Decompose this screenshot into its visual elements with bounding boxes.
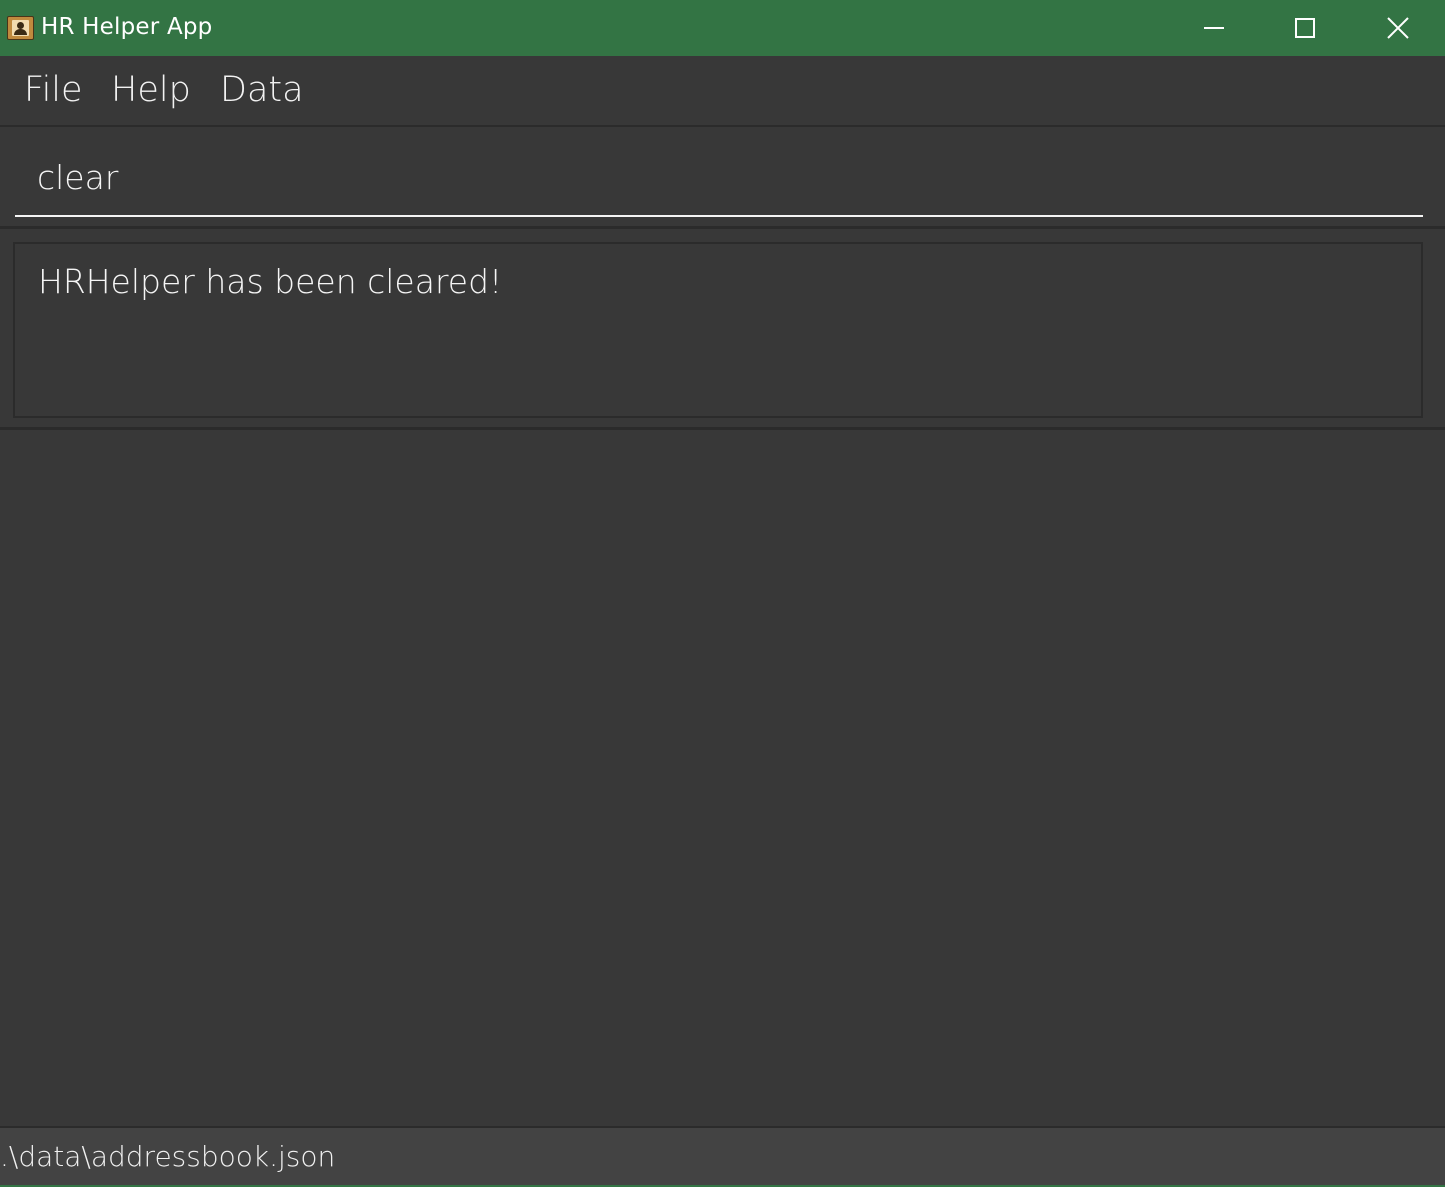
close-button[interactable] <box>1352 0 1444 56</box>
maximize-icon <box>1295 18 1315 38</box>
minimize-icon <box>1204 27 1224 29</box>
menu-help[interactable]: Help <box>111 70 191 110</box>
person-list-panel[interactable] <box>0 433 1445 1125</box>
minimize-button[interactable] <box>1168 0 1260 56</box>
result-display-panel: HRHelper has been cleared! <box>0 232 1445 430</box>
command-box <box>0 129 1445 229</box>
title-bar[interactable]: HR Helper App <box>0 0 1445 56</box>
window-title: HR Helper App <box>41 14 213 40</box>
menu-bar: File Help Data <box>0 56 1445 127</box>
close-icon <box>1387 17 1409 39</box>
result-message: HRHelper has been cleared! <box>38 262 503 301</box>
save-location-path: .\data\addressbook.json <box>0 1140 336 1173</box>
menu-file[interactable]: File <box>24 70 83 110</box>
command-input[interactable] <box>15 139 1423 217</box>
maximize-button[interactable] <box>1259 0 1351 56</box>
result-display[interactable]: HRHelper has been cleared! <box>13 242 1423 418</box>
menu-data[interactable]: Data <box>220 70 304 110</box>
app-contact-icon <box>7 16 34 40</box>
status-bar: .\data\addressbook.json <box>0 1126 1445 1187</box>
